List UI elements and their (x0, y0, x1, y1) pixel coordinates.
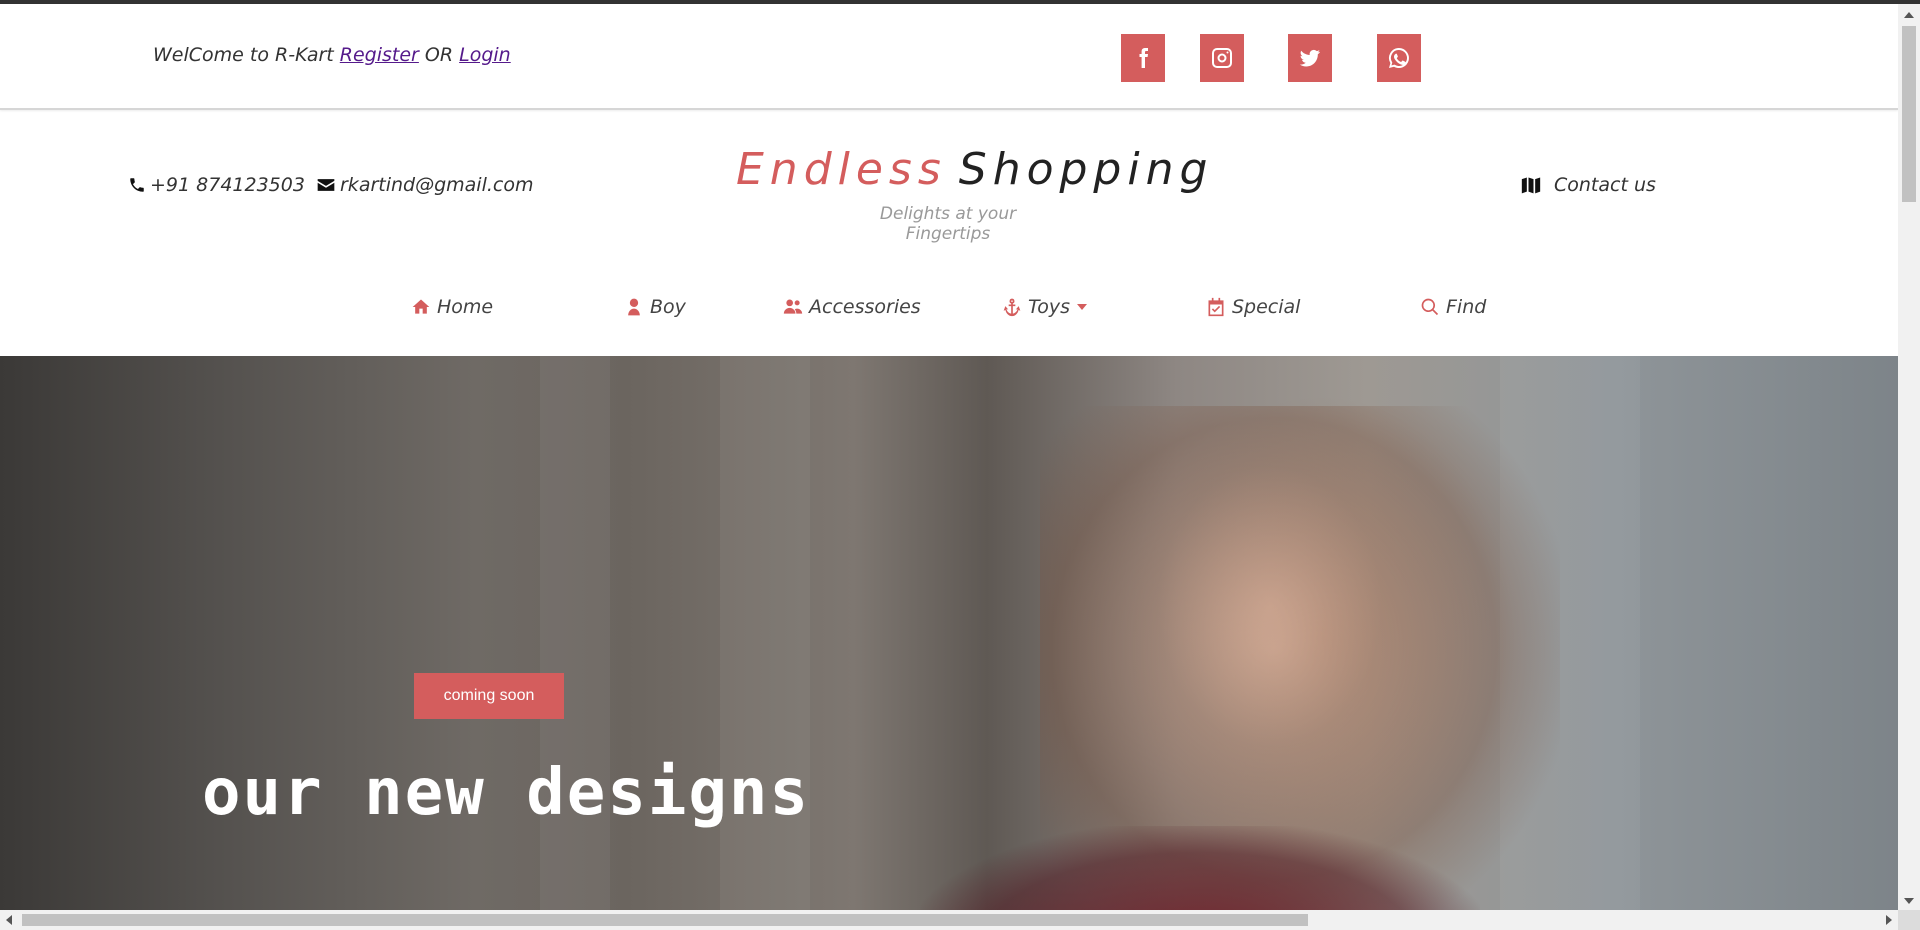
email-address: rkartind@gmail.com (340, 174, 534, 196)
top-bar: WelCome to R-Kart Register OR Login (0, 4, 1898, 110)
calendar-check-icon (1208, 297, 1224, 317)
phone-icon (130, 178, 144, 192)
hero-photo-dress (920, 826, 1480, 910)
nav-item-accessories[interactable]: Accessories (783, 296, 921, 318)
search-icon (1421, 298, 1439, 316)
contact-us-label: Contact us (1554, 174, 1656, 196)
twitter-icon (1299, 49, 1320, 67)
anchor-icon (1003, 298, 1021, 317)
map-icon (1521, 177, 1541, 194)
horizontal-scroll-thumb[interactable] (22, 914, 1308, 926)
nav-item-find[interactable]: Find (1420, 296, 1486, 318)
phone-contact[interactable]: +91 874123503 (128, 174, 305, 196)
scroll-down-arrow-icon[interactable] (1904, 898, 1914, 904)
brand-first-word: Endless (736, 144, 947, 195)
envelope-icon (317, 179, 335, 191)
whatsapp-icon (1389, 48, 1409, 68)
welcome-prefix: WelCome to R-Kart (153, 44, 340, 66)
scroll-up-arrow-icon[interactable] (1904, 12, 1914, 18)
login-link[interactable]: Login (459, 44, 511, 66)
nav-label: Find (1446, 296, 1487, 318)
nav-label: Home (437, 296, 494, 318)
caret-down-icon (1077, 304, 1088, 310)
scrollbar-corner (1898, 910, 1920, 930)
nav-label: Special (1232, 296, 1301, 318)
facebook-button[interactable] (1121, 34, 1165, 82)
or-text: OR (418, 44, 460, 66)
site-brand[interactable]: Endless Shopping (736, 144, 1213, 196)
users-icon (783, 299, 803, 314)
instagram-button[interactable] (1200, 34, 1244, 82)
nav-label: Boy (650, 296, 686, 318)
facebook-icon (1139, 48, 1148, 68)
coming-soon-button[interactable]: coming soon (414, 673, 564, 719)
twitter-button[interactable] (1288, 34, 1332, 82)
phone-number: +91 874123503 (150, 174, 305, 196)
nav-item-boy[interactable]: Boy (624, 296, 686, 318)
nav-item-home[interactable]: Home (411, 296, 493, 318)
user-icon (628, 298, 640, 316)
register-link[interactable]: Register (340, 44, 419, 66)
horizontal-scrollbar[interactable] (0, 910, 1898, 930)
welcome-text: WelCome to R-Kart Register OR Login (153, 44, 511, 66)
tagline: Delights at your Fingertips (0, 204, 1898, 244)
brand-second-word: Shopping (958, 144, 1214, 195)
hero-title: our new designs (202, 756, 810, 830)
vertical-scroll-thumb[interactable] (1902, 26, 1916, 202)
hero-banner: coming soon our new designs (0, 356, 1898, 910)
whatsapp-button[interactable] (1377, 34, 1421, 82)
scroll-right-arrow-icon[interactable] (1886, 915, 1892, 925)
contact-us-link[interactable]: Contact us (1520, 174, 1656, 196)
nav-item-special[interactable]: Special (1206, 296, 1300, 318)
tagline-text: Delights at your Fingertips (879, 204, 1017, 244)
nav-label: Toys (1028, 296, 1071, 318)
scroll-left-arrow-icon[interactable] (6, 915, 12, 925)
nav-label: Accessories (809, 296, 921, 318)
vertical-scrollbar[interactable] (1898, 4, 1920, 910)
nav-item-toys[interactable]: Toys (1002, 296, 1088, 318)
home-icon (412, 299, 430, 314)
email-contact[interactable]: rkartind@gmail.com (316, 174, 534, 196)
instagram-icon (1212, 48, 1232, 68)
